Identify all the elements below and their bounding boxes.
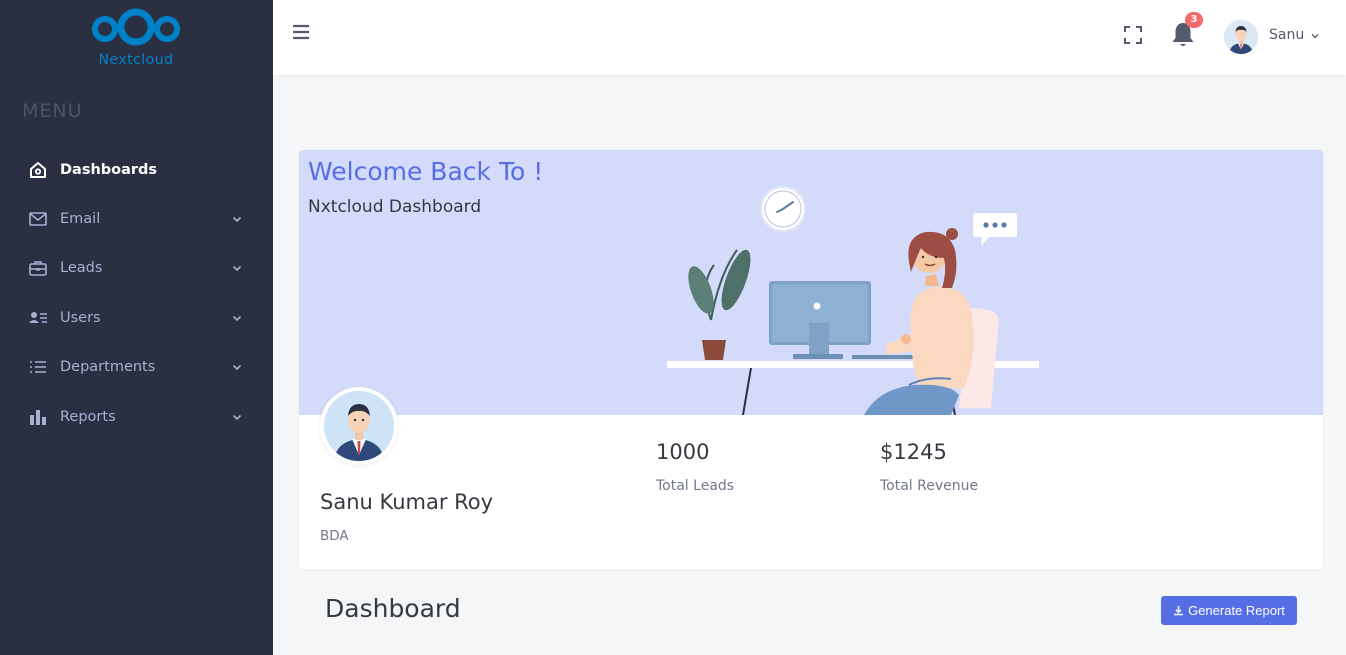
chevron-down-icon [232,414,242,420]
avatar[interactable] [1224,20,1258,54]
fullscreen-icon[interactable] [1123,25,1143,45]
stat-total-revenue-value: $1245 [880,440,947,464]
sidebar-item-departments[interactable]: Departments [0,343,273,392]
workspace-illustration [667,186,1039,415]
sidebar-nav: Dashboards Email Leads Users Departments… [0,145,273,441]
chevron-down-icon [232,266,242,272]
chevron-down-icon [232,217,242,223]
home-icon [28,160,48,180]
user-name[interactable]: Sanu [1269,27,1304,43]
download-icon [1174,606,1184,616]
stat-total-leads-label: Total Leads [656,478,735,494]
nextcloud-logo[interactable]: Nextcloud [90,8,182,70]
chevron-down-icon [232,365,242,371]
profile-avatar[interactable] [320,387,398,465]
sidebar-item-email[interactable]: Email [0,194,273,243]
briefcase-icon [28,258,48,278]
nextcloud-logo-icon [92,8,180,46]
logo-text: Nextcloud [98,52,174,68]
chevron-down-icon[interactable] [1310,31,1320,41]
user-avatar-icon [324,391,394,461]
sidebar-item-reports[interactable]: Reports [0,392,273,441]
welcome-title: Welcome Back To ! [308,157,544,186]
sidebar-item-label: Email [60,211,101,228]
generate-report-label: Generate Report [1188,603,1285,618]
stat-total-leads-value: 1000 [656,440,710,464]
sidebar-item-label: Leads [60,260,103,277]
bar-chart-icon [28,407,48,427]
user-avatar-icon [1224,20,1258,54]
notification-badge: 3 [1185,12,1203,28]
sidebar: Nextcloud MENU Dashboards Email Leads Us… [0,0,273,655]
sidebar-item-label: Reports [60,408,116,425]
menu-title: MENU [22,100,83,122]
stat-total-revenue-label: Total Revenue [880,478,979,494]
hamburger-menu-icon[interactable] [292,24,310,40]
welcome-banner: Welcome Back To ! Nxtcloud Dashboard [299,150,1323,415]
sidebar-item-dashboards[interactable]: Dashboards [0,145,273,194]
profile-name: Sanu Kumar Roy [320,490,494,514]
sidebar-item-users[interactable]: Users [0,293,273,342]
envelope-icon [28,209,48,229]
welcome-card: Welcome Back To ! Nxtcloud Dashboard San… [299,150,1323,569]
profile-role: BDA [320,528,349,544]
topbar: 3 Sanu [273,0,1346,75]
sidebar-item-leads[interactable]: Leads [0,244,273,293]
sidebar-item-label: Departments [60,359,156,376]
welcome-subtitle: Nxtcloud Dashboard [308,197,482,217]
sidebar-item-label: Dashboards [60,161,158,178]
sidebar-item-label: Users [60,309,101,326]
chevron-down-icon [232,315,242,321]
page-title: Dashboard [325,594,461,623]
generate-report-button[interactable]: Generate Report [1161,596,1297,625]
users-icon [28,308,48,328]
list-icon [28,357,48,377]
